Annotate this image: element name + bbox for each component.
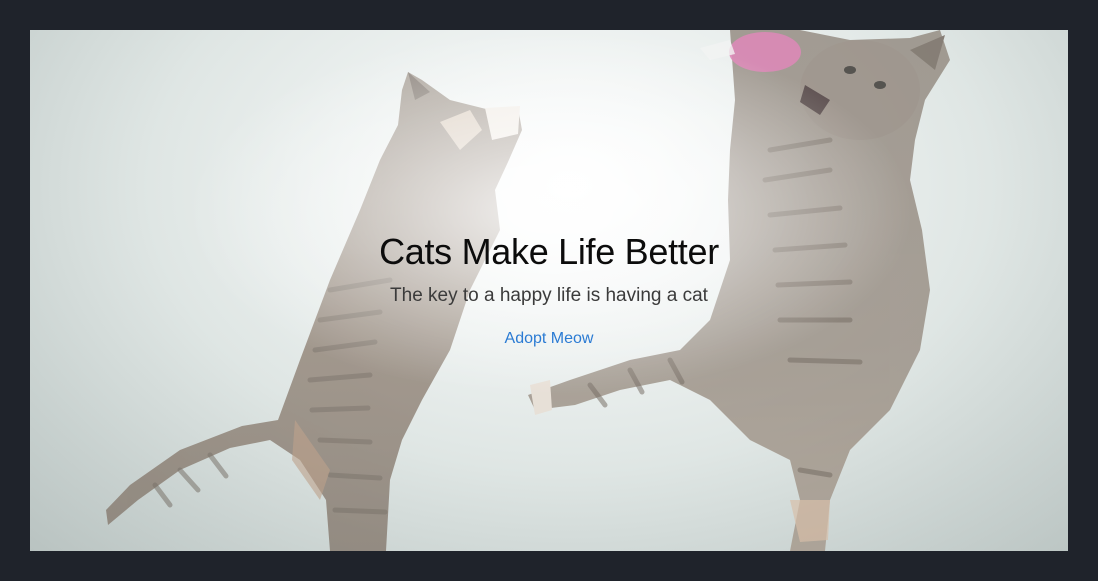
hero-section: Cats Make Life Better The key to a happy…: [30, 30, 1068, 551]
hero-cta-wrapper: Adopt Meow: [30, 329, 1068, 349]
hero-subtitle: The key to a happy life is having a cat: [390, 285, 708, 306]
hero-content: Cats Make Life Better The key to a happy…: [30, 30, 1068, 551]
hero-title: Cats Make Life Better: [379, 231, 719, 272]
adopt-meow-link[interactable]: Adopt Meow: [505, 330, 594, 347]
